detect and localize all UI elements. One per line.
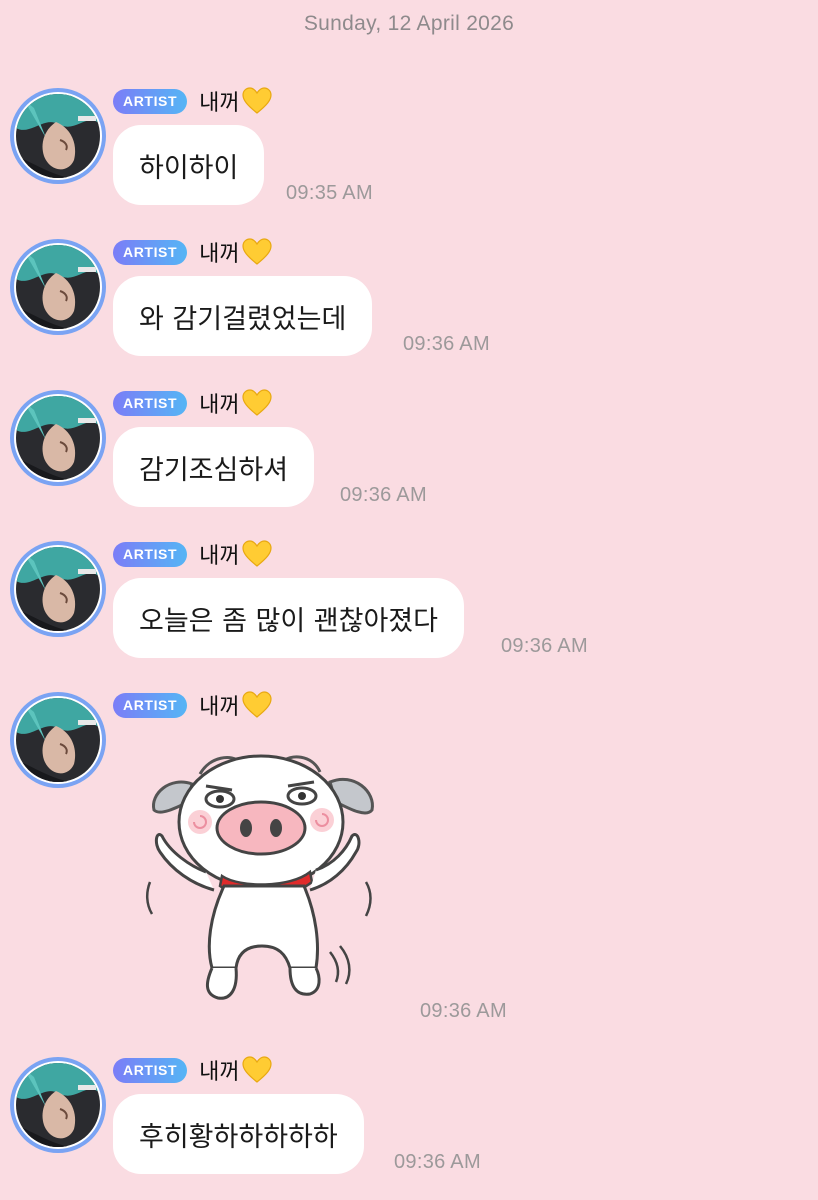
artist-badge: ARTIST xyxy=(113,88,188,114)
avatar-photo xyxy=(16,1063,100,1147)
sender-name[interactable]: 내꺼 xyxy=(199,1054,272,1086)
sender-row: ARTIST 내꺼 xyxy=(113,387,272,419)
yellow-heart-icon xyxy=(242,389,272,416)
message-timestamp: 09:36 AM xyxy=(394,1151,481,1173)
yellow-heart-icon xyxy=(242,87,272,114)
artist-badge: ARTIST xyxy=(113,390,188,416)
message-timestamp: 09:36 AM xyxy=(340,484,427,506)
sender-name-label: 내꺼 xyxy=(199,544,240,569)
artist-badge: ARTIST xyxy=(113,239,188,265)
message-timestamp: 09:36 AM xyxy=(501,635,588,657)
message-bubble[interactable]: 와 감기걸렸었는데 xyxy=(113,276,373,356)
avatar-photo xyxy=(16,94,100,178)
sender-row: ARTIST 내꺼 xyxy=(113,236,272,268)
message-timestamp: 09:36 AM xyxy=(420,1000,507,1022)
sender-name-label: 내꺼 xyxy=(199,1060,240,1085)
avatar[interactable] xyxy=(10,88,106,184)
avatar-photo xyxy=(16,396,100,480)
message-timestamp: 09:35 AM xyxy=(286,182,373,204)
avatar[interactable] xyxy=(10,541,106,637)
message-bubble[interactable]: 감기조심하셔 xyxy=(113,427,315,507)
avatar[interactable] xyxy=(10,1057,106,1153)
artist-badge: ARTIST xyxy=(113,1057,188,1083)
sender-row: ARTIST 내꺼 xyxy=(113,85,272,117)
yellow-heart-icon xyxy=(242,1056,272,1083)
sender-name[interactable]: 내꺼 xyxy=(199,689,272,721)
artist-badge: ARTIST xyxy=(113,692,188,718)
message-bubble[interactable]: 후히황하하하하하 xyxy=(113,1094,364,1174)
yellow-heart-icon xyxy=(242,691,272,718)
date-header: Sunday, 12 April 2026 xyxy=(303,12,515,35)
avatar-photo xyxy=(16,547,100,631)
avatar[interactable] xyxy=(10,692,106,788)
sender-name-label: 내꺼 xyxy=(199,695,240,720)
sender-name[interactable]: 내꺼 xyxy=(199,387,272,419)
sender-row: ARTIST 내꺼 xyxy=(113,689,272,721)
message-bubble[interactable]: 하이하이 xyxy=(113,125,265,205)
avatar[interactable] xyxy=(10,390,106,486)
avatar[interactable] xyxy=(10,239,106,335)
dancing-pig-sticker[interactable] xyxy=(140,732,385,1007)
sender-name-label: 내꺼 xyxy=(199,91,240,116)
sender-name[interactable]: 내꺼 xyxy=(199,85,272,117)
yellow-heart-icon xyxy=(242,540,272,567)
sender-name-label: 내꺼 xyxy=(199,393,240,418)
message-timestamp: 09:36 AM xyxy=(403,333,490,355)
sender-row: ARTIST 내꺼 xyxy=(113,1054,272,1086)
yellow-heart-icon xyxy=(242,238,272,265)
sender-name[interactable]: 내꺼 xyxy=(199,236,272,268)
message-bubble[interactable]: 오늘은 좀 많이 괜찮아졌다 xyxy=(113,578,464,658)
avatar-photo xyxy=(16,698,100,782)
artist-badge: ARTIST xyxy=(113,541,188,567)
avatar-photo xyxy=(16,245,100,329)
sender-name[interactable]: 내꺼 xyxy=(199,538,272,570)
sender-row: ARTIST 내꺼 xyxy=(113,538,272,570)
sender-name-label: 내꺼 xyxy=(199,242,240,267)
